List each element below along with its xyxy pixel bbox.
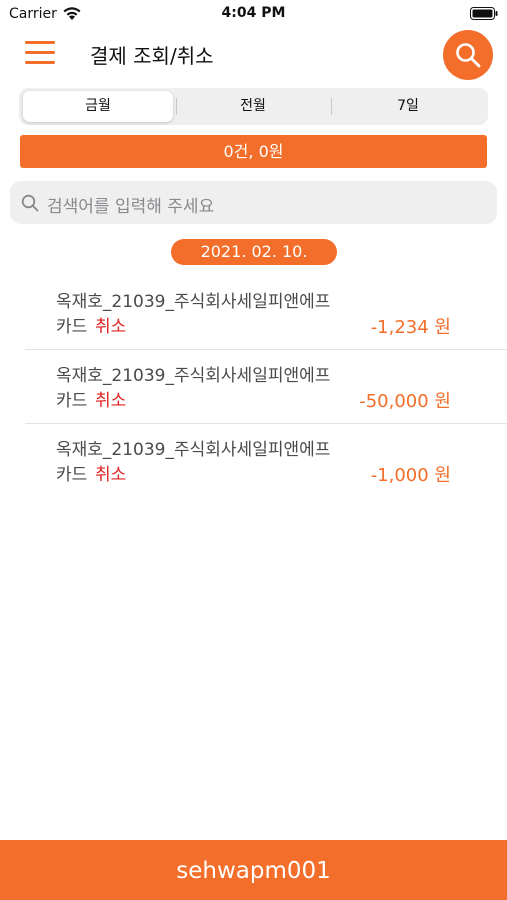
hamburger-menu-icon[interactable]: [25, 41, 55, 67]
summary-bar: 0건, 0원: [20, 135, 487, 168]
tab-last-month[interactable]: 전월: [178, 91, 328, 122]
cancel-status: 취소: [95, 465, 127, 485]
amount: -1,234 원: [370, 317, 451, 338]
cancel-status: 취소: [95, 317, 127, 337]
payment-type: 카드: [56, 391, 88, 411]
tab-7-days[interactable]: 7일: [333, 91, 483, 122]
merchant-name: 옥재호_21039_주식회사세일피앤에프: [56, 440, 331, 460]
magnifier-icon: [21, 194, 39, 212]
payment-type: 카드: [56, 317, 88, 337]
cancel-status: 취소: [95, 391, 127, 411]
clock: 4:04 PM: [221, 5, 286, 21]
amount: -1,000 원: [370, 465, 451, 486]
search-placeholder: 검색어를 입력해 주세요: [47, 197, 215, 217]
search-icon: [456, 43, 481, 68]
transaction-row[interactable]: 옥재호_21039_주식회사세일피앤에프 카드 취소 -1,234 원: [25, 276, 507, 350]
transaction-row[interactable]: 옥재호_21039_주식회사세일피앤에프 카드 취소 -50,000 원: [25, 350, 507, 424]
amount: -50,000 원: [359, 391, 451, 412]
transaction-row[interactable]: 옥재호_21039_주식회사세일피앤에프 카드 취소 -1,000 원: [25, 424, 507, 498]
merchant-name: 옥재호_21039_주식회사세일피앤에프: [56, 366, 331, 386]
date-group-chip: 2021. 02. 10.: [171, 239, 337, 265]
search-input[interactable]: 검색어를 입력해 주세요: [10, 181, 497, 224]
page-title: 결제 조회/취소: [90, 44, 214, 68]
battery-icon: [470, 7, 498, 20]
header: 결제 조회/취소: [0, 28, 507, 84]
footer-user-bar: sehwapm001: [0, 840, 507, 900]
tab-this-month[interactable]: 금월: [23, 91, 173, 122]
segment-divider: [331, 98, 332, 115]
merchant-name: 옥재호_21039_주식회사세일피앤에프: [56, 292, 331, 312]
segment-divider: [176, 98, 177, 115]
status-bar: Carrier 4:04 PM: [0, 0, 507, 28]
period-segmented-control: 금월 전월 7일: [19, 88, 488, 125]
payment-type: 카드: [56, 465, 88, 485]
search-button[interactable]: [443, 30, 493, 80]
